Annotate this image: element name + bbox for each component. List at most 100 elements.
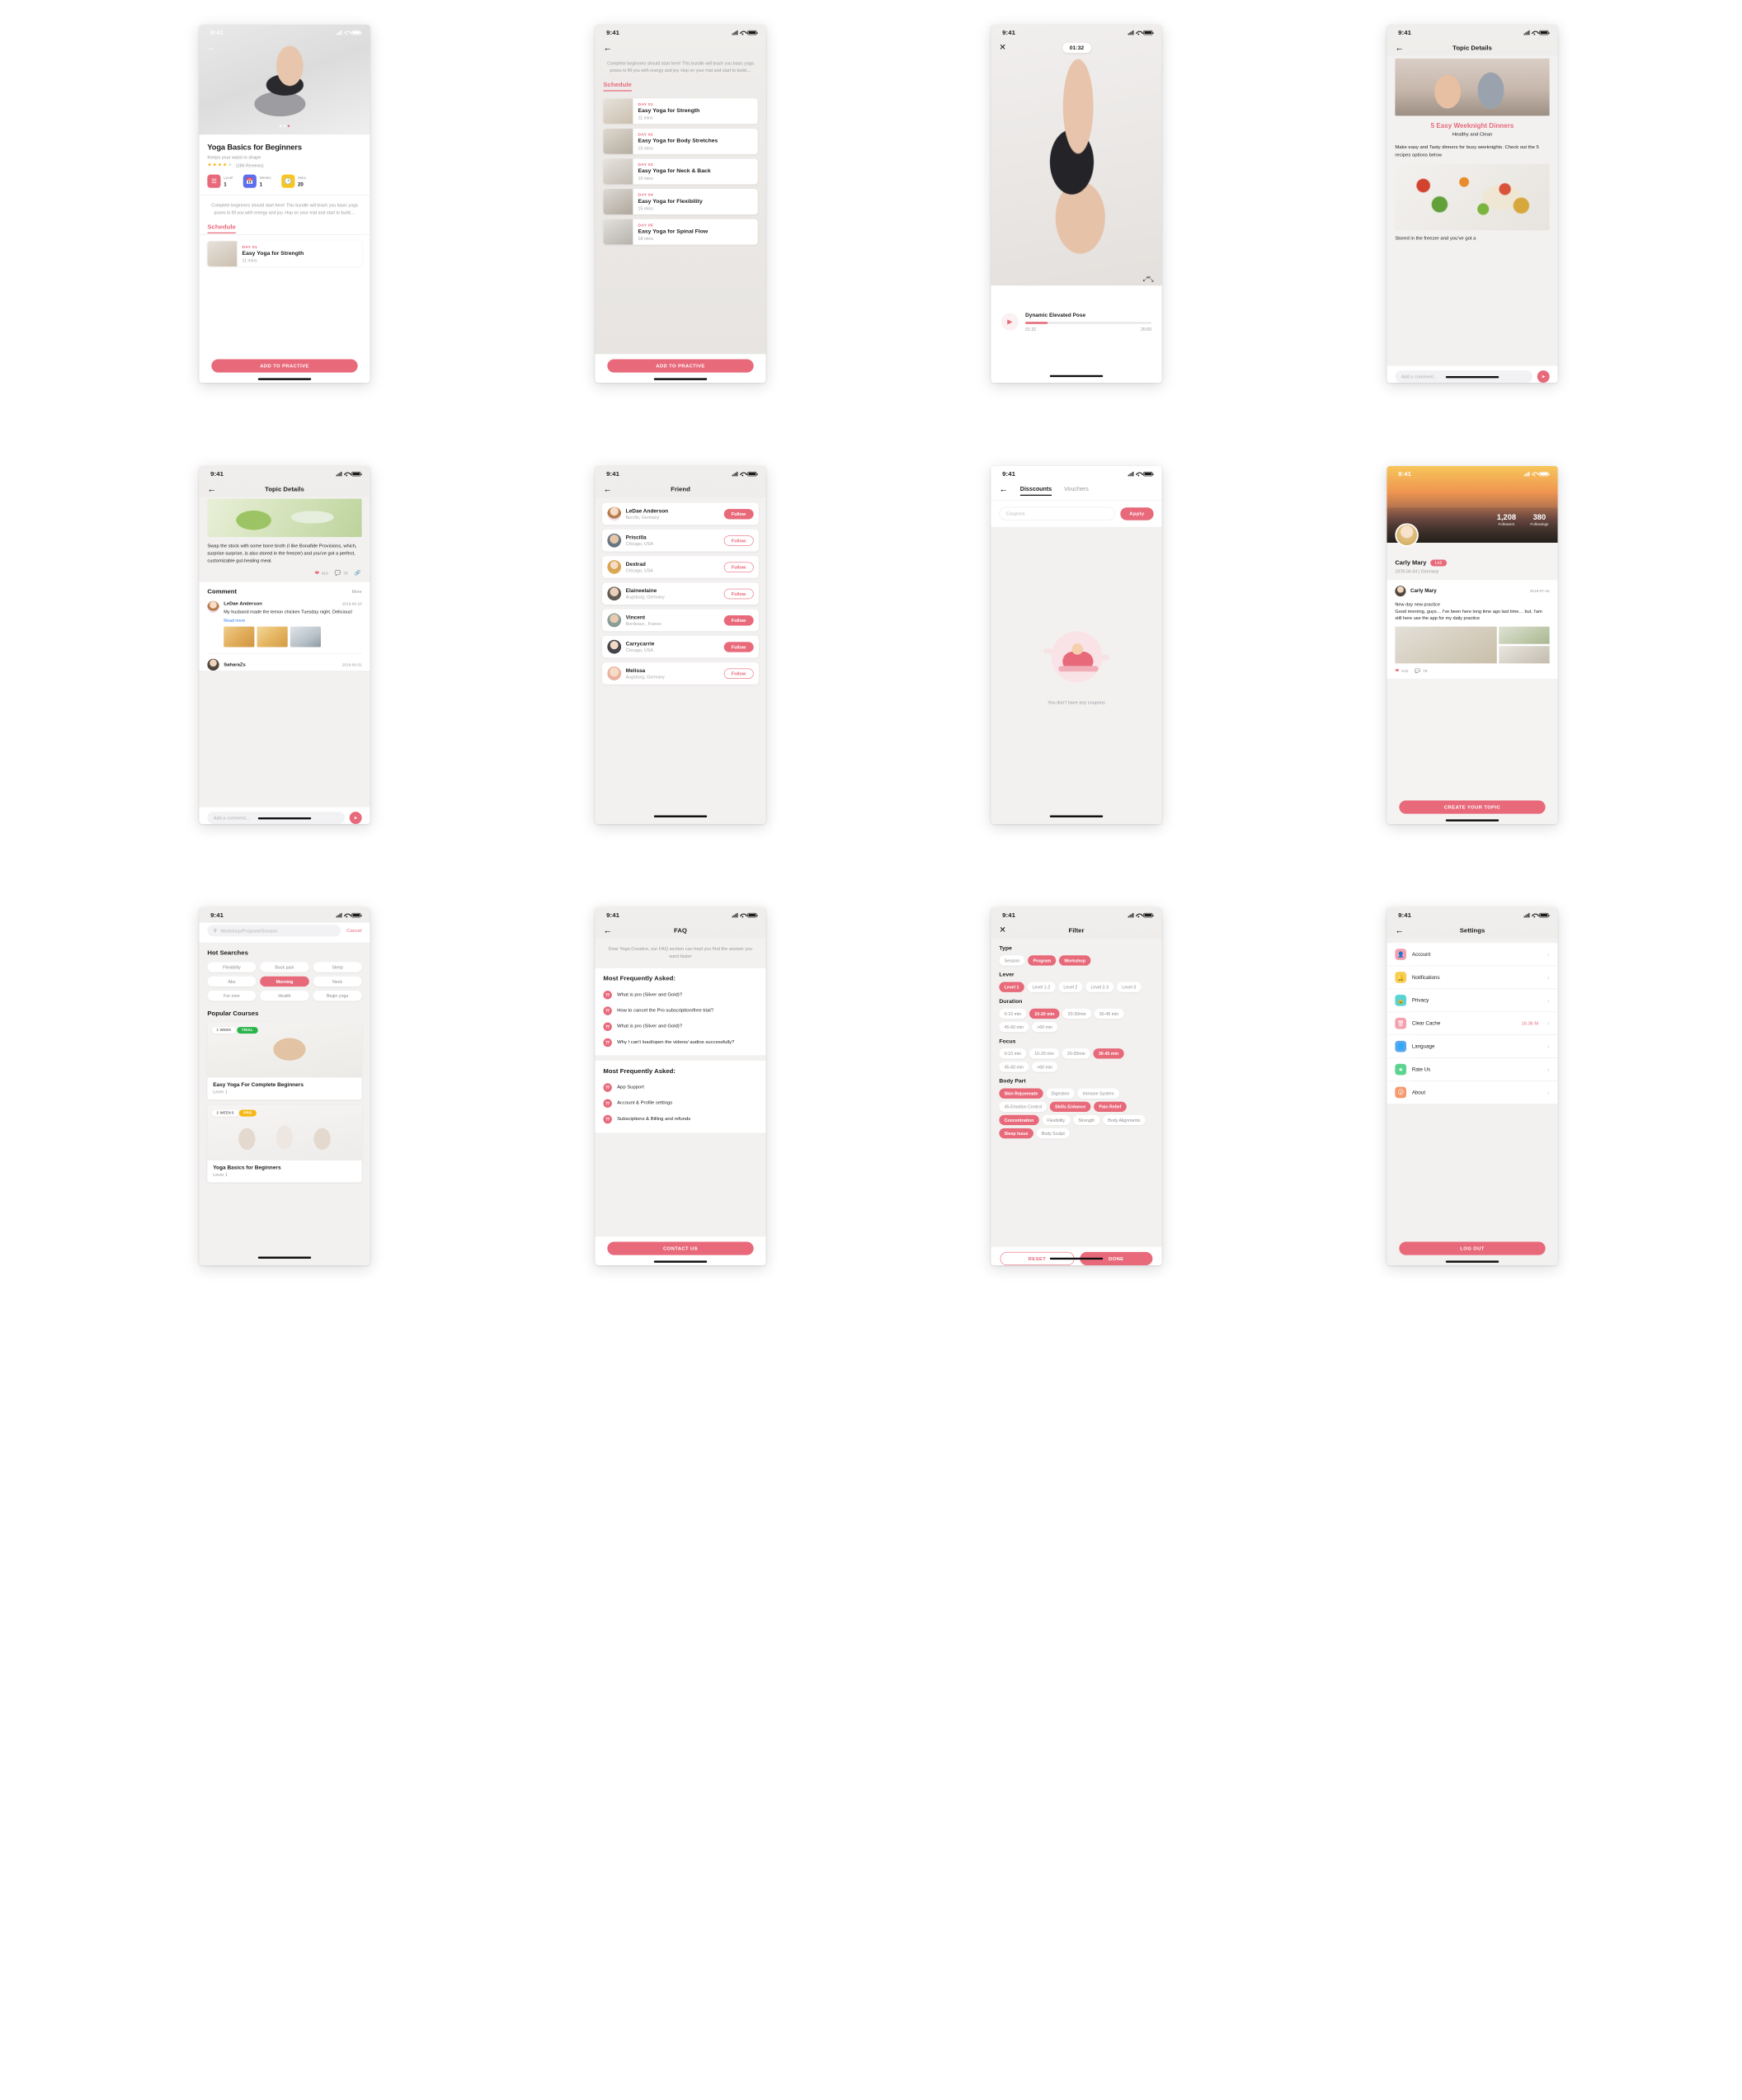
filter-chip[interactable]: Immune System xyxy=(1077,1088,1119,1099)
apply-button[interactable]: Apply xyxy=(1120,506,1154,520)
list-item[interactable]: Elaineelaine Augsburg, Germany Follow xyxy=(602,582,759,605)
schedule-row[interactable]: DAY 01 Easy Yoga for Strength 11 mins xyxy=(603,98,758,125)
schedule-row[interactable]: DAY 04 Easy Yoga for Flexibility 15 mins xyxy=(603,189,758,215)
filter-chip[interactable]: Level 2 xyxy=(1058,982,1083,992)
faq-item[interactable]: ⁇ How to cancel the Pro subscription/fre… xyxy=(595,1003,765,1019)
log-out-button[interactable]: LOG OUT xyxy=(1399,1241,1546,1255)
contact-us-button[interactable]: CONTACT US xyxy=(607,1241,754,1255)
comments-scroll[interactable]: Swap the stock with some bone broth (I l… xyxy=(199,497,370,824)
list-item[interactable]: Melissa Augsburg, Germany Follow xyxy=(602,662,759,685)
coupon-input[interactable]: Coupons xyxy=(999,506,1115,520)
filter-chip[interactable]: Program xyxy=(1028,955,1057,966)
sidebar-item-about[interactable]: 🛈 About › xyxy=(1387,1081,1558,1104)
filter-chip[interactable]: 30-45 min xyxy=(1093,1048,1124,1059)
read-more-link[interactable]: Read more xyxy=(224,618,361,623)
back-button[interactable]: ← xyxy=(603,926,612,935)
filter-chip[interactable]: Skin Rejuvenate xyxy=(999,1088,1043,1099)
filter-chip[interactable]: 20-30min xyxy=(1062,1048,1090,1059)
search-input[interactable]: Workshop/Program/Session xyxy=(220,928,277,933)
back-button[interactable]: ← xyxy=(1395,44,1404,53)
comment-image[interactable] xyxy=(290,626,322,647)
hot-tag[interactable]: Begin yoga xyxy=(313,991,362,1001)
sidebar-item-account[interactable]: 👤 Account › xyxy=(1387,943,1558,966)
schedule-row[interactable]: DAY 02 Easy Yoga for Body Stretches 15 m… xyxy=(603,128,758,154)
filter-chip[interactable]: 45-60 min xyxy=(999,1062,1029,1072)
hot-tag[interactable]: Neck xyxy=(313,976,362,987)
filter-chip[interactable]: >60 min xyxy=(1031,1021,1058,1033)
post-image[interactable] xyxy=(1499,645,1550,664)
profile-scroll[interactable]: Carly Mary Lv2 1978-04-04 | Germany Carl… xyxy=(1387,543,1558,824)
schedule-scroll[interactable]: Complete beginners should start here! Th… xyxy=(595,55,766,383)
cancel-button[interactable]: Cancel xyxy=(346,928,361,934)
hot-tag[interactable]: Abs xyxy=(207,976,257,987)
filter-chip[interactable]: Session xyxy=(999,955,1025,966)
hot-tag[interactable]: Flexibility xyxy=(207,962,257,972)
hot-tag[interactable]: For men xyxy=(207,991,257,1001)
faq-scroll[interactable]: Dear Yoga Creative, our FAQ section can … xyxy=(595,938,766,1265)
filter-chip[interactable]: Concentration xyxy=(999,1114,1039,1126)
comment-button[interactable]: 💬 79 xyxy=(1415,668,1427,674)
follow-button[interactable]: Follow xyxy=(723,668,754,679)
like-button[interactable]: ❤ 410 xyxy=(314,570,327,576)
filter-chip[interactable]: Skills Enhance xyxy=(1049,1101,1091,1112)
schedule-row[interactable]: DAY 03 Easy Yoga for Neck & Back 10 mins xyxy=(603,158,758,185)
list-item[interactable]: Vincent Bordeaux , France Follow xyxy=(602,609,759,632)
faq-item[interactable]: ⁇ What is pro (Sliver and Gold)? xyxy=(595,1019,765,1034)
schedule-row[interactable]: DAY 01 Easy Yoga for Strength 11 mins xyxy=(207,241,362,267)
hot-tag[interactable]: Health xyxy=(260,991,309,1001)
back-button[interactable]: ← xyxy=(999,485,1008,494)
filter-chip[interactable]: 20-30min xyxy=(1062,1008,1091,1019)
filter-chip[interactable]: >60 min xyxy=(1031,1062,1058,1072)
follow-button[interactable]: Follow xyxy=(723,535,754,546)
followers-stat[interactable]: 1,208 Followers xyxy=(1497,513,1516,526)
play-button[interactable]: ▶ xyxy=(1000,313,1019,331)
tab-vouchers[interactable]: Vouchers xyxy=(1064,486,1089,492)
followings-stat[interactable]: 380 Followings xyxy=(1530,513,1548,526)
tab-schedule[interactable]: Schedule xyxy=(207,224,235,231)
filter-chip[interactable]: Body Sculpt xyxy=(1036,1128,1071,1139)
add-to-practive-button[interactable]: ADD TO PRACTIVE xyxy=(607,359,754,373)
comment-more-link[interactable]: More xyxy=(352,589,362,594)
create-topic-button[interactable]: CREATE YOUR TOPIC xyxy=(1399,800,1546,814)
comment-button[interactable]: 💬 79 xyxy=(335,570,348,576)
comment-image[interactable] xyxy=(224,626,255,647)
sidebar-item-clear-cache[interactable]: 🗑 Clear Cache 16.36 M › xyxy=(1387,1012,1558,1035)
filter-chip[interactable]: Strength xyxy=(1073,1114,1100,1126)
faq-item[interactable]: ⁇ Why I can't load/open the videos/ audi… xyxy=(595,1034,765,1050)
search-scroll[interactable]: Hot Searches Flexibility Back pain Sleep… xyxy=(199,942,370,1265)
close-button[interactable]: ✕ xyxy=(999,44,1005,52)
like-button[interactable]: ❤ 410 xyxy=(1395,668,1408,674)
post-image[interactable] xyxy=(1499,626,1550,644)
post-image[interactable] xyxy=(1395,626,1497,664)
filter-chip[interactable]: Sleep Issue xyxy=(999,1128,1033,1139)
back-button[interactable]: ← xyxy=(603,485,612,494)
hot-tag[interactable]: Sleep xyxy=(313,962,362,972)
schedule-row[interactable]: DAY 05 Easy Yoga for Spinal Flow 18 mins xyxy=(603,219,758,245)
follow-button[interactable]: Follow xyxy=(723,614,754,626)
tab-discounts[interactable]: Disscounts xyxy=(1019,486,1052,496)
filter-chip[interactable]: Workshop xyxy=(1059,955,1091,966)
profile-avatar[interactable] xyxy=(1395,523,1419,547)
filter-scroll[interactable]: Type Session Program Workshop Lever Leve… xyxy=(991,938,1162,1265)
list-item[interactable]: LeDae Anderson Becrlin, Germany Follow xyxy=(602,502,759,525)
filter-chip[interactable]: 10-20 min xyxy=(1029,1048,1059,1059)
fullscreen-icon[interactable]: ⤢⤡ xyxy=(1143,275,1154,284)
add-to-practive-button[interactable]: ADD TO PRACTIVE xyxy=(211,359,358,373)
filter-chip[interactable]: 30-45 min xyxy=(1094,1008,1124,1019)
settings-list[interactable]: 👤 Account › 🔔 Notifications › 🔒 Privacy … xyxy=(1387,938,1558,1265)
sidebar-item-notifications[interactable]: 🔔 Notifications › xyxy=(1387,966,1558,989)
filter-chip[interactable]: Level 3 xyxy=(1117,982,1142,992)
follow-button[interactable]: Follow xyxy=(723,588,754,599)
course-card[interactable]: 2 WEEKS PRO Yoga Basics for Beginners Le… xyxy=(207,1104,362,1183)
filter-chip[interactable]: 45-60 min xyxy=(999,1021,1029,1033)
follow-button[interactable]: Follow xyxy=(723,562,754,572)
back-button[interactable]: ← xyxy=(1395,926,1404,935)
follow-button[interactable]: Follow xyxy=(723,641,754,652)
filter-chip[interactable]: 45-Emotion Control xyxy=(999,1101,1048,1112)
list-item[interactable]: Carrycarrie Chicago, USA Follow xyxy=(602,635,759,658)
filter-chip[interactable]: Body Alignments xyxy=(1103,1114,1146,1126)
filter-chip[interactable]: Digestion xyxy=(1046,1088,1075,1099)
filter-chip[interactable]: 0-10 min xyxy=(999,1008,1027,1019)
list-item[interactable]: Priscilla Chicago, USA Follow xyxy=(602,529,759,552)
sidebar-item-privacy[interactable]: 🔒 Privacy › xyxy=(1387,989,1558,1012)
